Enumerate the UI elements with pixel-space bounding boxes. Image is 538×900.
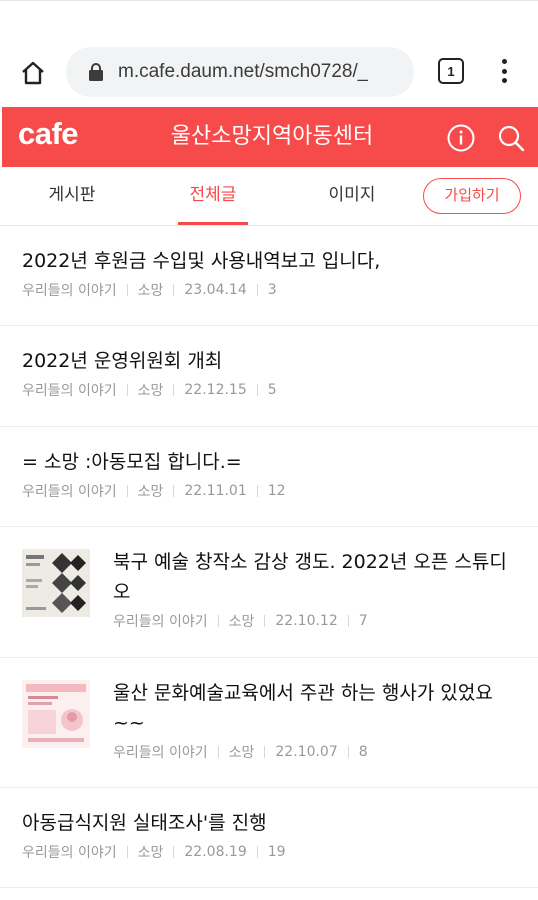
list-item[interactable]: = 소망 :아동모집 합니다.= 우리들의 이야기 소망 22.11.01 12 [0, 427, 538, 527]
active-tab-indicator [178, 222, 248, 225]
post-meta: 우리들의 이야기 소망 23.04.14 3 [22, 280, 518, 300]
post-author: 소망 [137, 283, 164, 299]
tab-switcher-button[interactable]: 1 [438, 58, 464, 84]
post-title[interactable]: 아동급식지원 실태조사'를 진행 [22, 808, 518, 838]
post-date: 22.10.07 [275, 744, 338, 760]
post-author: 소망 [228, 614, 255, 630]
post-title[interactable]: 북구 예술 창작소 감상 갱도. 2022년 오픈 스튜디오 [113, 547, 518, 607]
post-board: 우리들의 이야기 [22, 383, 117, 399]
more-menu-icon[interactable] [494, 57, 514, 85]
post-comment-count: 19 [267, 844, 286, 860]
post-comment-count: 3 [267, 282, 277, 298]
post-comment-count: 7 [358, 613, 368, 629]
post-meta: 우리들의 이야기 소망 22.12.15 5 [22, 380, 518, 400]
home-icon[interactable] [14, 54, 52, 92]
post-comment-count: 12 [267, 483, 286, 499]
address-bar[interactable]: m.cafe.daum.net/smch0728/_ [66, 47, 414, 97]
post-author: 소망 [137, 845, 164, 861]
post-author: 소망 [137, 383, 164, 399]
post-date: 23.04.14 [184, 282, 247, 298]
list-item[interactable]: 북구 예술 창작소 감상 갱도. 2022년 오픈 스튜디오 우리들의 이야기 … [0, 527, 538, 658]
post-title[interactable]: = 소망 :아동모집 합니다.= [22, 447, 518, 477]
post-date: 22.11.01 [184, 483, 247, 499]
post-date: 22.08.19 [184, 844, 247, 860]
post-date: 22.12.15 [184, 382, 247, 398]
post-list: 2022년 후원금 수입및 사용내역보고 입니다, 우리들의 이야기 소망 23… [0, 226, 538, 888]
join-button[interactable]: 가입하기 [423, 178, 521, 214]
tab-images[interactable]: 이미지 [302, 168, 402, 226]
post-board: 우리들의 이야기 [113, 745, 208, 761]
tab-all-posts[interactable]: 전체글 [163, 168, 263, 226]
post-thumbnail[interactable] [22, 549, 90, 617]
url-text: m.cafe.daum.net/smch0728/_ [118, 61, 369, 82]
post-comment-count: 8 [358, 744, 368, 760]
post-meta: 우리들의 이야기 소망 22.08.19 19 [22, 842, 518, 862]
list-item[interactable]: 아동급식지원 실태조사'를 진행 우리들의 이야기 소망 22.08.19 19 [0, 788, 538, 888]
post-meta: 우리들의 이야기 소망 22.10.07 8 [113, 742, 518, 762]
cafe-header: cafe 울산소망지역아동센터 [2, 107, 538, 167]
post-title[interactable]: 2022년 후원금 수입및 사용내역보고 입니다, [22, 246, 518, 276]
cafe-title[interactable]: 울산소망지역아동센터 [132, 107, 412, 167]
cafe-logo[interactable]: cafe [18, 116, 79, 152]
info-icon[interactable] [446, 123, 476, 153]
post-date: 22.10.12 [275, 613, 338, 629]
list-item[interactable]: 울산 문화예술교육에서 주관 하는 행사가 있었요~~ 우리들의 이야기 소망 … [0, 658, 538, 788]
post-thumbnail[interactable] [22, 680, 90, 748]
post-author: 소망 [137, 484, 164, 500]
lock-icon [89, 63, 103, 81]
post-board: 우리들의 이야기 [22, 484, 117, 500]
search-icon[interactable] [496, 123, 526, 153]
post-board: 우리들의 이야기 [113, 614, 208, 630]
post-board: 우리들의 이야기 [22, 283, 117, 299]
board-tabs: 게시판 전체글 이미지 가입하기 [0, 168, 538, 226]
tab-board[interactable]: 게시판 [22, 168, 122, 226]
post-title[interactable]: 2022년 운영위원회 개최 [22, 346, 518, 376]
post-meta: 우리들의 이야기 소망 22.11.01 12 [22, 481, 518, 501]
post-author: 소망 [228, 745, 255, 761]
post-comment-count: 5 [267, 382, 277, 398]
post-title[interactable]: 울산 문화예술교육에서 주관 하는 행사가 있었요~~ [113, 678, 518, 738]
list-item[interactable]: 2022년 운영위원회 개최 우리들의 이야기 소망 22.12.15 5 [0, 326, 538, 427]
post-meta: 우리들의 이야기 소망 22.10.12 7 [113, 611, 518, 631]
browser-toolbar: m.cafe.daum.net/smch0728/_ 1 [0, 0, 538, 104]
list-item[interactable]: 2022년 후원금 수입및 사용내역보고 입니다, 우리들의 이야기 소망 23… [0, 226, 538, 326]
post-board: 우리들의 이야기 [22, 845, 117, 861]
